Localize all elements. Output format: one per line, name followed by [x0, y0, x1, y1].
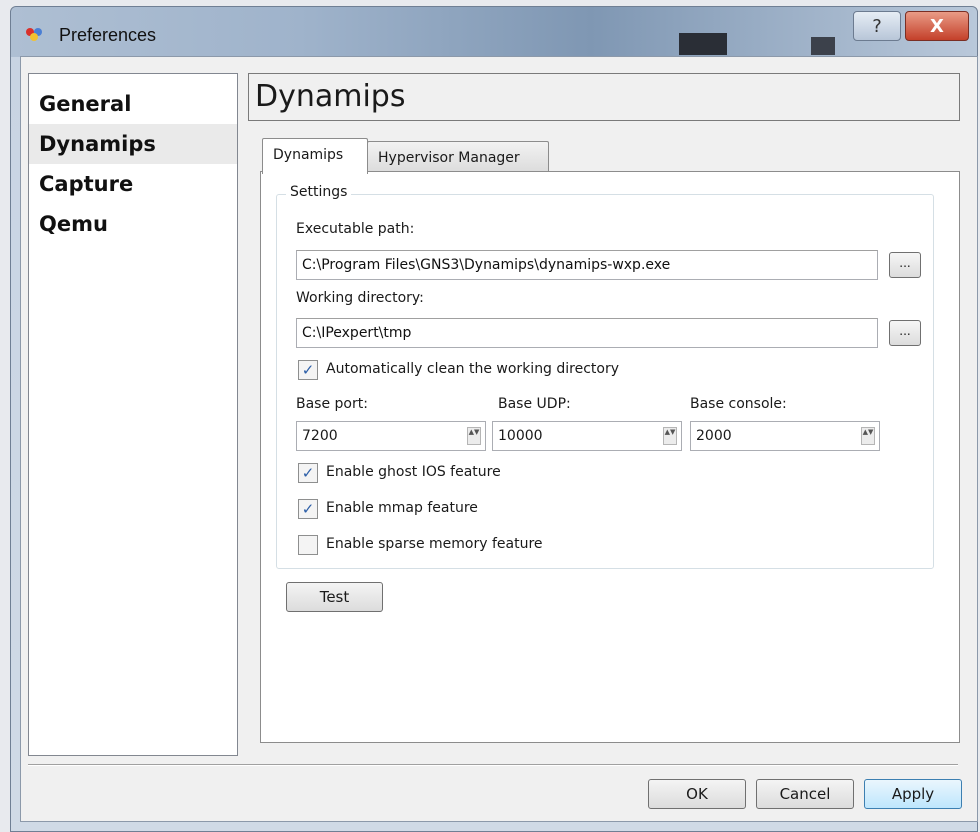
nav-item-qemu[interactable]: Qemu — [29, 204, 237, 244]
base-console-label: Base console: — [690, 396, 787, 412]
executable-path-label: Executable path: — [296, 221, 415, 237]
settings-group-title: Settings — [286, 184, 352, 200]
working-directory-browse-button[interactable]: ... — [889, 320, 921, 346]
titlebar-decoration — [811, 37, 835, 55]
working-directory-label: Working directory: — [296, 290, 424, 306]
button-separator — [28, 764, 958, 766]
base-udp-spinbox[interactable]: 10000 ▲▼ — [492, 421, 682, 451]
close-icon: X — [930, 15, 944, 37]
apply-button[interactable]: Apply — [864, 779, 962, 809]
page-title: Dynamips — [248, 73, 960, 121]
sparse-memory-checkbox[interactable] — [298, 535, 318, 555]
ghost-ios-label[interactable]: Enable ghost IOS feature — [326, 464, 501, 480]
spin-arrows-icon[interactable]: ▲▼ — [663, 427, 677, 445]
auto-clean-label[interactable]: Automatically clean the working director… — [326, 361, 619, 377]
ghost-ios-checkbox[interactable]: ✓ — [298, 463, 318, 483]
app-icon — [26, 28, 42, 41]
spin-arrows-icon[interactable]: ▲▼ — [467, 427, 481, 445]
nav-item-capture[interactable]: Capture — [29, 164, 237, 204]
titlebar-decoration — [679, 33, 727, 55]
tab-hypervisor-manager[interactable]: Hypervisor Manager — [367, 141, 549, 172]
help-button[interactable]: ? — [853, 11, 901, 41]
nav-item-general[interactable]: General — [29, 84, 237, 124]
working-directory-field[interactable]: C:\IPexpert\tmp — [296, 318, 878, 348]
tab-dynamips[interactable]: Dynamips — [262, 138, 368, 174]
test-button[interactable]: Test — [286, 582, 383, 612]
mmap-checkbox[interactable]: ✓ — [298, 499, 318, 519]
mmap-label[interactable]: Enable mmap feature — [326, 500, 478, 516]
ok-button[interactable]: OK — [648, 779, 746, 809]
checkmark-icon: ✓ — [301, 361, 315, 379]
base-port-value: 7200 — [302, 428, 338, 444]
nav-item-dynamips[interactable]: Dynamips — [29, 124, 237, 164]
close-button[interactable]: X — [905, 11, 969, 41]
spin-arrows-icon[interactable]: ▲▼ — [861, 427, 875, 445]
sparse-memory-label[interactable]: Enable sparse memory feature — [326, 536, 543, 552]
auto-clean-checkbox[interactable]: ✓ — [298, 360, 318, 380]
base-port-label: Base port: — [296, 396, 368, 412]
category-list: General Dynamips Capture Qemu — [28, 73, 238, 756]
base-udp-value: 10000 — [498, 428, 543, 444]
cancel-button[interactable]: Cancel — [756, 779, 854, 809]
base-udp-label: Base UDP: — [498, 396, 571, 412]
help-icon: ? — [872, 15, 882, 37]
executable-path-field[interactable]: C:\Program Files\GNS3\Dynamips\dynamips-… — [296, 250, 878, 280]
checkmark-icon: ✓ — [301, 500, 315, 518]
window-title: Preferences — [59, 25, 157, 45]
executable-path-browse-button[interactable]: ... — [889, 252, 921, 278]
base-console-spinbox[interactable]: 2000 ▲▼ — [690, 421, 880, 451]
title-bar[interactable]: Preferences ? X — [11, 7, 977, 57]
checkmark-icon: ✓ — [301, 464, 315, 482]
base-port-spinbox[interactable]: 7200 ▲▼ — [296, 421, 486, 451]
base-console-value: 2000 — [696, 428, 732, 444]
